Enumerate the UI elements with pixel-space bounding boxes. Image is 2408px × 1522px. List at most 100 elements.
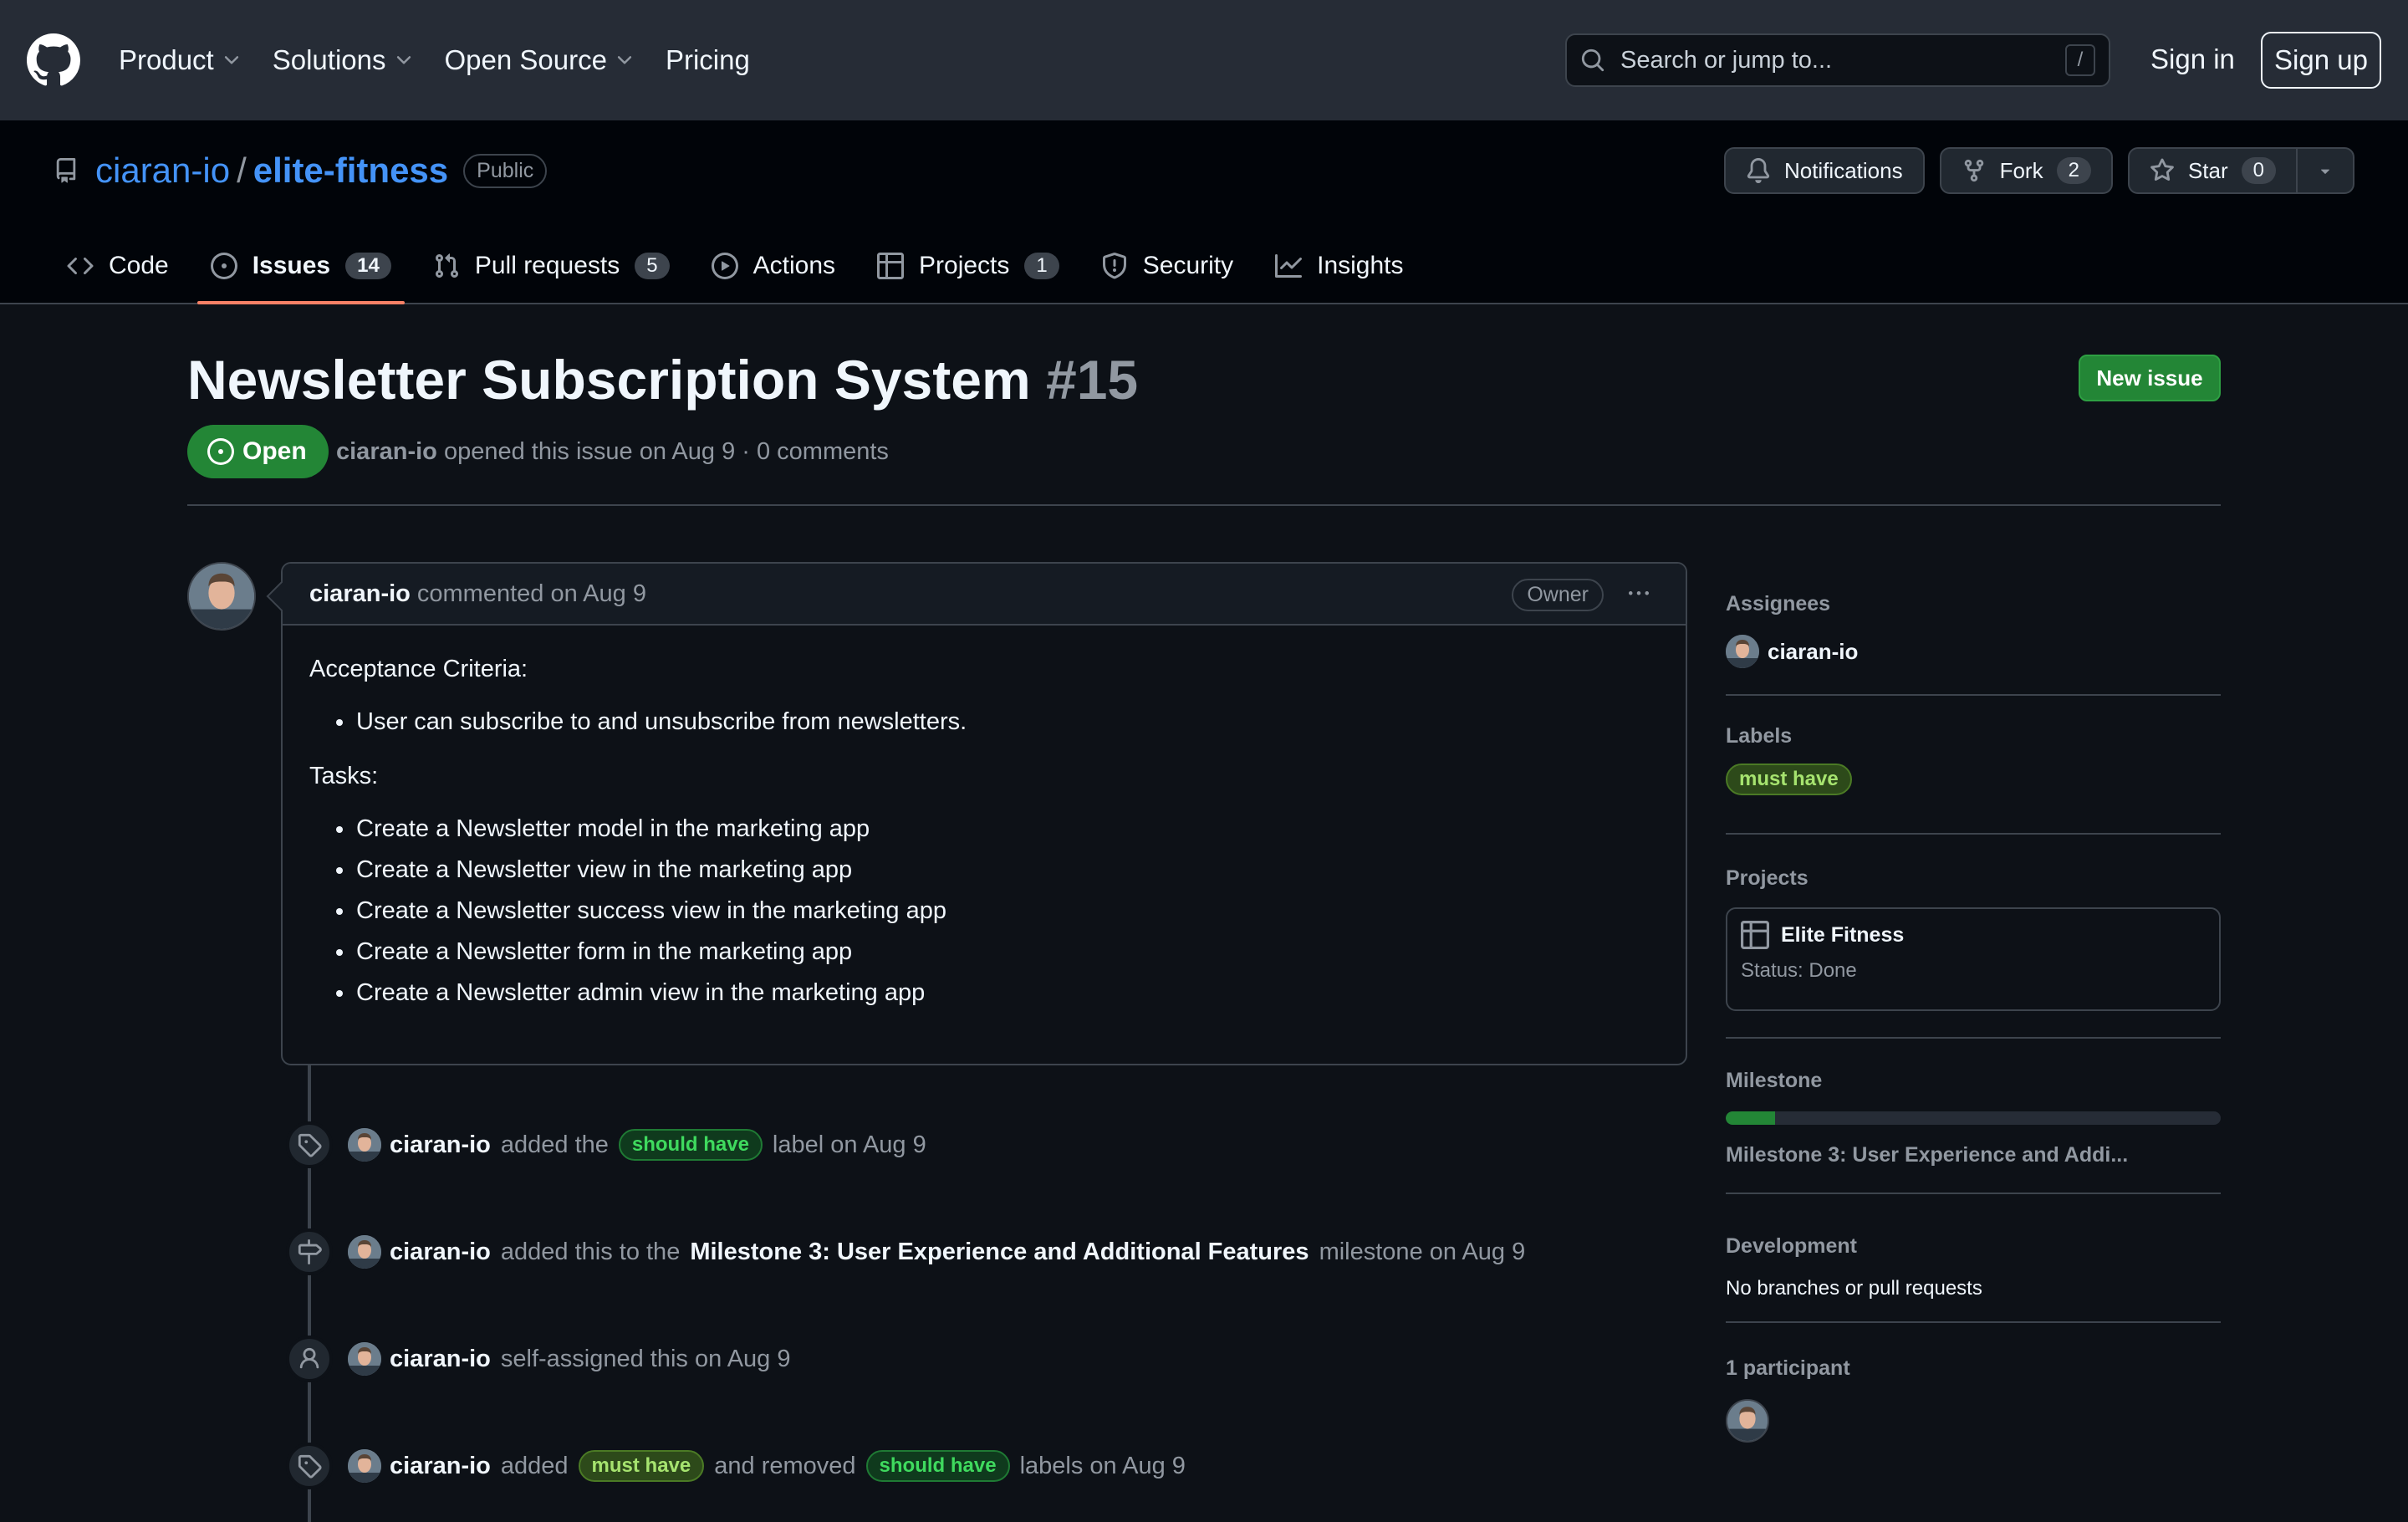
issue-meta-text: opened this issue on Aug 9 · 0 comments xyxy=(443,438,889,465)
event-text[interactable]: self-assigned this on Aug 9 xyxy=(501,1346,791,1373)
avatar-portrait-icon xyxy=(1726,635,1759,668)
fork-button[interactable]: Fork 2 xyxy=(1939,147,2113,194)
milestone-link[interactable]: Milestone 3: User Experience and Addi... xyxy=(1726,1143,2221,1167)
assignee-item[interactable]: ciaran-io xyxy=(1726,635,2221,668)
project-card[interactable]: Elite Fitness Status: Done xyxy=(1726,907,2221,1011)
repo-name-link[interactable]: elite-fitness xyxy=(253,151,448,191)
notifications-button[interactable]: Notifications xyxy=(1723,147,1925,194)
nav-solutions-label: Solutions xyxy=(272,44,386,75)
tab-code[interactable]: Code xyxy=(54,229,182,303)
star-label: Star xyxy=(2187,157,2228,183)
timeline-event-milestoned: ciaran-io added this to the Milestone 3:… xyxy=(286,1228,1528,1275)
star-button-group: Star 0 xyxy=(2127,147,2354,194)
tab-actions[interactable]: Actions xyxy=(698,229,849,303)
sign-up-button[interactable]: Sign up xyxy=(2261,32,2381,89)
nav-product-label: Product xyxy=(119,44,214,75)
label-should-have[interactable]: should have xyxy=(618,1129,763,1161)
event-author-link[interactable]: ciaran-io xyxy=(390,1239,491,1266)
avatar-portrait-icon xyxy=(348,1235,381,1269)
event-text: and removed xyxy=(714,1452,856,1479)
tab-pull-requests[interactable]: Pull requests 5 xyxy=(420,229,683,303)
sign-in-link[interactable]: Sign in xyxy=(2150,43,2235,75)
fork-count: 2 xyxy=(2056,157,2091,184)
repo-header: ciaran-io / elite-fitness Public Notific… xyxy=(0,120,2408,304)
label-should-have[interactable]: should have xyxy=(865,1450,1010,1482)
fork-label: Fork xyxy=(1999,157,2043,183)
bell-icon xyxy=(1747,158,1770,183)
milestone-heading[interactable]: Milestone xyxy=(1726,1069,2221,1093)
event-author-link[interactable]: ciaran-io xyxy=(390,1346,491,1373)
event-author-link[interactable]: ciaran-io xyxy=(390,1131,491,1159)
list-item: Create a Newsletter model in the marketi… xyxy=(309,809,1659,850)
label-must-have[interactable]: must have xyxy=(578,1450,705,1482)
search-input[interactable]: Search or jump to... / xyxy=(1565,33,2110,87)
tab-issues[interactable]: Issues 14 xyxy=(196,229,405,304)
star-list-dropdown[interactable] xyxy=(2298,161,2353,180)
sidebar-milestone: Milestone Milestone 3: User Experience a… xyxy=(1726,1039,2221,1194)
sidebar-projects: Projects Elite Fitness Status: Done xyxy=(1726,835,2221,1039)
event-text[interactable]: milestone on Aug 9 xyxy=(1319,1239,1526,1266)
person-icon-wrap xyxy=(286,1336,333,1382)
repo-owner-link[interactable]: ciaran-io xyxy=(95,151,230,191)
criteria-list: User can subscribe to and unsubscribe fr… xyxy=(309,702,1659,743)
comment-author-avatar[interactable] xyxy=(187,562,256,631)
issue-opened-icon xyxy=(210,253,237,279)
nav-pricing-label: Pricing xyxy=(665,44,750,75)
header-divider xyxy=(187,504,2221,506)
assignees-heading[interactable]: Assignees xyxy=(1726,592,2221,616)
tab-pull-requests-count: 5 xyxy=(635,253,670,279)
new-issue-button[interactable]: New issue xyxy=(2079,355,2221,401)
code-icon xyxy=(67,257,94,275)
repo-title: ciaran-io / elite-fitness Public xyxy=(54,151,548,191)
avatar-portrait-icon xyxy=(348,1128,381,1162)
search-placeholder: Search or jump to... xyxy=(1620,46,1833,74)
table-icon xyxy=(1741,921,1769,949)
development-heading[interactable]: Development xyxy=(1726,1234,2221,1259)
timeline-text: ciaran-io added must have and removed sh… xyxy=(390,1450,1189,1482)
development-text: No branches or pull requests xyxy=(1726,1277,1982,1300)
tab-projects[interactable]: Projects 1 xyxy=(864,229,1073,303)
nav-open-source[interactable]: Open Source xyxy=(445,44,635,76)
event-text: added xyxy=(500,1452,569,1479)
tab-security-label: Security xyxy=(1142,252,1234,279)
visibility-badge: Public xyxy=(463,153,548,188)
avatar[interactable] xyxy=(348,1128,381,1162)
avatar[interactable] xyxy=(348,1449,381,1483)
assignee-name: ciaran-io xyxy=(1768,638,1859,664)
chevron-down-icon xyxy=(224,56,238,64)
comment-header: ciaran-io commented on Aug 9 Owner xyxy=(283,564,1686,626)
tab-security[interactable]: Security xyxy=(1088,229,1247,303)
project-name[interactable]: Elite Fitness xyxy=(1781,923,1904,947)
kebab-horizontal-icon[interactable] xyxy=(1624,584,1654,604)
projects-heading[interactable]: Projects xyxy=(1726,866,2221,891)
project-row: Elite Fitness xyxy=(1741,921,2206,949)
participant-avatar[interactable] xyxy=(1726,1399,1769,1443)
avatar[interactable] xyxy=(348,1342,381,1376)
event-text[interactable]: labels on Aug 9 xyxy=(1020,1453,1186,1480)
event-author-link[interactable]: ciaran-io xyxy=(390,1453,491,1480)
list-item: Create a Newsletter form in the marketin… xyxy=(309,932,1659,973)
tab-insights[interactable]: Insights xyxy=(1262,229,1416,303)
issue-author-link[interactable]: ciaran-io xyxy=(336,438,437,465)
avatar-portrait-icon xyxy=(189,564,254,629)
list-item: Create a Newsletter admin view in the ma… xyxy=(309,973,1659,1014)
event-text[interactable]: label on Aug 9 xyxy=(773,1131,926,1159)
tasks-heading: Tasks: xyxy=(309,763,379,789)
milestone-link[interactable]: Milestone 3: User Experience and Additio… xyxy=(690,1239,1309,1266)
star-button[interactable]: Star 0 xyxy=(2130,149,2298,192)
nav-product[interactable]: Product xyxy=(119,44,242,76)
triangle-down-icon xyxy=(2320,169,2330,174)
nav-pricing[interactable]: Pricing xyxy=(666,44,750,76)
comment-timestamp[interactable]: commented on Aug 9 xyxy=(417,580,646,608)
label-must-have[interactable]: must have xyxy=(1726,764,1852,795)
event-text: added the xyxy=(500,1131,609,1158)
repo-tabs: Code Issues 14 Pull requests 5 Actions P… xyxy=(54,229,1432,304)
avatar[interactable] xyxy=(348,1235,381,1269)
github-logo-icon[interactable] xyxy=(27,33,80,87)
star-count: 0 xyxy=(2241,157,2276,184)
milestone-icon xyxy=(298,1239,322,1264)
labels-heading[interactable]: Labels xyxy=(1726,724,2221,748)
nav-solutions[interactable]: Solutions xyxy=(273,44,415,76)
issue-title-text: Newsletter Subscription System xyxy=(187,349,1031,411)
comment-author-link[interactable]: ciaran-io xyxy=(309,580,411,608)
